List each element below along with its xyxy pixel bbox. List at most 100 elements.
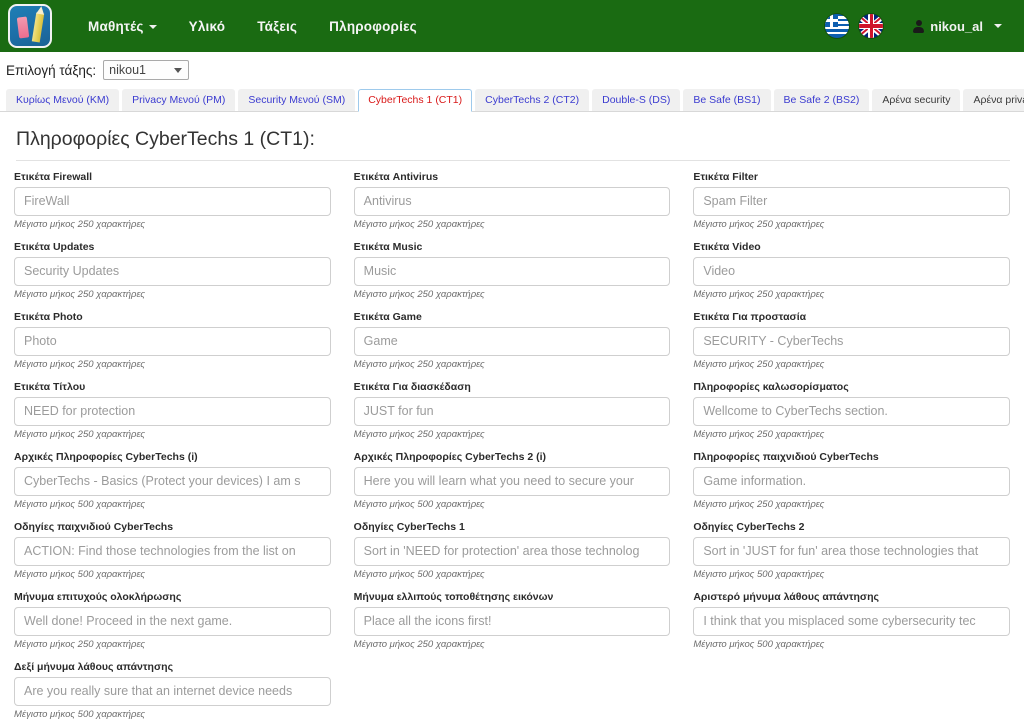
field-help: Μέγιστο μήκος 250 χαρακτήρες — [693, 219, 825, 230]
input-label-updates[interactable]: Security Updates — [14, 257, 331, 286]
field-help: Μέγιστο μήκος 250 χαρακτήρες — [14, 429, 146, 440]
input-label-photo[interactable]: Photo — [14, 327, 331, 356]
field-help: Μέγιστο μήκος 500 χαρακτήρες — [353, 569, 485, 580]
field-label: Δεξί μήνυμα λάθους απάντησης — [14, 661, 174, 673]
field-welcome-information: Πληροφορίες καλωσορίσματος Wellcome to Cy… — [693, 381, 1010, 440]
chevron-down-icon — [994, 24, 1002, 28]
nav-item-label: Μαθητές — [88, 18, 144, 34]
field-label: Οδηγίες παιχνιδιού CyberTechs — [14, 521, 174, 533]
tab-2[interactable]: Security Μενού (SM) — [238, 89, 356, 111]
field-game-instructions-cybertechs: Οδηγίες παιχνιδιού CyberTechs ACTION: Fin… — [14, 521, 331, 580]
field-label-updates: Ετικέτα Updates Security Updates Μέγιστο μ… — [14, 241, 331, 300]
pencil-eraser-logo-icon[interactable] — [8, 4, 52, 48]
field-label: Ετικέτα Firewall — [14, 171, 93, 183]
field-label: Αρχικές Πληροφορίες CyberTechs 2 (i) — [353, 451, 547, 463]
field-label-antivirus: Ετικέτα Antivirus Antivirus Μέγιστο μήκος … — [353, 171, 671, 230]
nav-item-label: Υλικό — [188, 18, 226, 34]
input-welcome-information[interactable]: Wellcome to CyberTechs section. — [693, 397, 1010, 426]
class-selector-row: Επιλογή τάξης: nikou1 — [0, 52, 1024, 86]
field-label: Αρχικές Πληροφορίες CyberTechs (i) — [14, 451, 198, 463]
nav-item-material[interactable]: Υλικό — [173, 11, 242, 42]
top-navbar: Μαθητές Υλικό Τάξεις Πληροφορίες nikou_al — [0, 0, 1024, 52]
input-success-message[interactable]: Well done! Proceed in the next game. — [14, 607, 331, 636]
input-initial-information-cybertechs-1[interactable]: CyberTechs - Basics (Protect your device… — [14, 467, 331, 496]
input-label-for-fun[interactable]: JUST for fun — [353, 397, 671, 426]
field-left-wrong-answer-message: Αριστερό μήνυμα λάθους απάντησης I think … — [693, 591, 1010, 650]
tab-0[interactable]: Κυρίως Μενού (KM) — [6, 89, 120, 111]
field-help: Μέγιστο μήκος 250 χαρακτήρες — [693, 359, 825, 370]
field-label: Πληροφορίες παιχνιδιού CyberTechs — [693, 451, 879, 463]
input-game-information[interactable]: Game information. — [693, 467, 1010, 496]
tab-7[interactable]: Be Safe 2 (BS2) — [773, 89, 870, 111]
tab-1[interactable]: Privacy Μενού (PM) — [122, 89, 236, 111]
eraser-shape — [16, 16, 30, 39]
nav-item-label: Τάξεις — [257, 18, 298, 34]
field-label-filter: Ετικέτα Filter Spam Filter Μέγιστο μήκος 2… — [693, 171, 1010, 230]
field-incomplete-placement-message: Μήνυμα ελλιπούς τοποθέτησης εικόνων Place… — [353, 591, 671, 650]
input-label-for-protection[interactable]: SECURITY - CyberTechs — [693, 327, 1010, 356]
input-label-game[interactable]: Game — [353, 327, 671, 356]
input-label-filter[interactable]: Spam Filter — [693, 187, 1010, 216]
field-help: Μέγιστο μήκος 500 χαρακτήρες — [353, 499, 485, 510]
english-flag-icon[interactable] — [859, 14, 884, 38]
field-help: Μέγιστο μήκος 250 χαρακτήρες — [353, 639, 485, 650]
field-label: Ετικέτα Filter — [693, 171, 758, 183]
input-game-instructions-cybertechs[interactable]: ACTION: Find those technologies from the… — [14, 537, 331, 566]
tab-5[interactable]: Double-S (DS) — [592, 89, 681, 111]
field-help: Μέγιστο μήκος 250 χαρακτήρες — [353, 429, 485, 440]
user-icon — [913, 19, 925, 33]
field-label: Μήνυμα επιτυχούς ολοκλήρωσης — [14, 591, 182, 603]
input-right-wrong-answer-message[interactable]: Are you really sure that an internet dev… — [14, 677, 331, 706]
pencil-shape — [31, 12, 45, 43]
field-label-firewall: Ετικέτα Firewall FireWall Μέγιστο μήκος 25… — [14, 171, 331, 230]
field-help: Μέγιστο μήκος 500 χαρακτήρες — [14, 499, 146, 510]
field-label: Ετικέτα Για διασκέδαση — [353, 381, 471, 393]
input-label-title[interactable]: NEED for protection — [14, 397, 331, 426]
input-label-music[interactable]: Music — [353, 257, 671, 286]
field-help: Μέγιστο μήκος 250 χαρακτήρες — [693, 499, 825, 510]
nav-item-students[interactable]: Μαθητές — [72, 11, 173, 42]
field-help: Μέγιστο μήκος 250 χαρακτήρες — [14, 359, 146, 370]
field-help: Μέγιστο μήκος 250 χαρακτήρες — [693, 289, 825, 300]
tab-9[interactable]: Αρένα privacy — [963, 89, 1024, 111]
tab-8[interactable]: Αρένα security — [872, 89, 961, 111]
page-content: Πληροφορίες CyberTechs 1 (CT1): Ετικέτα … — [0, 112, 1024, 722]
class-select[interactable]: nikou1 — [103, 60, 190, 80]
field-help: Μέγιστο μήκος 250 χαρακτήρες — [14, 639, 146, 650]
greek-flag-icon[interactable] — [825, 14, 850, 38]
input-instructions-cybertechs-1[interactable]: Sort in 'NEED for protection' area those… — [353, 537, 671, 566]
field-help: Μέγιστο μήκος 250 χαρακτήρες — [14, 289, 146, 300]
field-label: Ετικέτα Για προστασία — [693, 311, 807, 323]
tab-4[interactable]: CyberTechs 2 (CT2) — [475, 89, 590, 111]
input-initial-information-cybertechs-2[interactable]: Here you will learn what you need to sec… — [353, 467, 671, 496]
page-title: Πληροφορίες CyberTechs 1 (CT1): — [16, 128, 1010, 161]
field-initial-information-cybertechs-2: Αρχικές Πληροφορίες CyberTechs 2 (i) Here… — [353, 451, 671, 510]
input-instructions-cybertechs-2[interactable]: Sort in 'JUST for fun' area those techno… — [693, 537, 1010, 566]
field-help: Μέγιστο μήκος 500 χαρακτήρες — [14, 709, 146, 720]
field-initial-information-cybertechs-1: Αρχικές Πληροφορίες CyberTechs (i) CyberT… — [14, 451, 331, 510]
field-instructions-cybertechs-1: Οδηγίες CyberTechs 1 Sort in 'NEED for pr… — [353, 521, 671, 580]
field-label-for-fun: Ετικέτα Για διασκέδαση JUST for fun Μέγιστ… — [353, 381, 671, 440]
input-incomplete-placement-message[interactable]: Place all the icons first! — [353, 607, 671, 636]
field-label: Ετικέτα Updates — [14, 241, 95, 253]
input-label-video[interactable]: Video — [693, 257, 1010, 286]
input-label-antivirus[interactable]: Antivirus — [353, 187, 671, 216]
field-success-message: Μήνυμα επιτυχούς ολοκλήρωσης Well done! P… — [14, 591, 331, 650]
nav-item-classes[interactable]: Τάξεις — [241, 11, 313, 42]
field-help: Μέγιστο μήκος 250 χαρακτήρες — [353, 359, 485, 370]
input-left-wrong-answer-message[interactable]: I think that you misplaced some cybersec… — [693, 607, 1010, 636]
user-menu[interactable]: nikou_al — [905, 13, 1010, 40]
field-help: Μέγιστο μήκος 500 χαρακτήρες — [693, 569, 825, 580]
field-label: Ετικέτα Video — [693, 241, 761, 253]
field-label-music: Ετικέτα Music Music Μέγιστο μήκος 250 χαρα… — [353, 241, 671, 300]
tab-6[interactable]: Be Safe (BS1) — [683, 89, 771, 111]
field-help: Μέγιστο μήκος 500 χαρακτήρες — [693, 639, 825, 650]
field-label: Ετικέτα Τίτλου — [14, 381, 86, 393]
tab-3[interactable]: CyberTechs 1 (CT1) — [358, 89, 473, 112]
field-help: Μέγιστο μήκος 250 χαρακτήρες — [353, 289, 485, 300]
input-label-firewall[interactable]: FireWall — [14, 187, 331, 216]
field-label: Μήνυμα ελλιπούς τοποθέτησης εικόνων — [353, 591, 554, 603]
field-label-video: Ετικέτα Video Video Μέγιστο μήκος 250 χαρα… — [693, 241, 1010, 300]
field-label: Πληροφορίες καλωσορίσματος — [693, 381, 849, 393]
nav-item-information[interactable]: Πληροφορίες — [313, 11, 433, 42]
